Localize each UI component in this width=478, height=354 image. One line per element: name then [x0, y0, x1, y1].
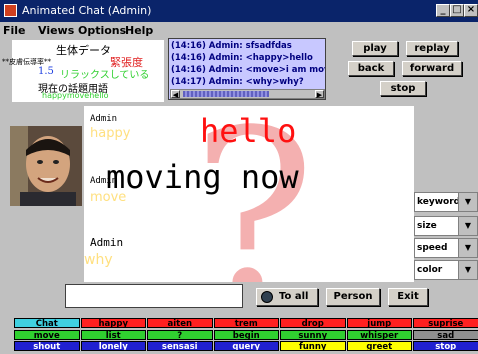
avatar: [10, 126, 82, 206]
scroll-thumb[interactable]: [183, 91, 269, 97]
emotion-button-sad[interactable]: sad: [413, 329, 478, 340]
emotion-button-sunny[interactable]: sunny: [280, 329, 346, 340]
options-panel: keyword ▼ size ▼ speed ▼ color ▼: [414, 106, 478, 282]
to-all-button[interactable]: To all: [256, 288, 318, 306]
emotion-button-trem[interactable]: trem: [213, 318, 279, 328]
emotion-button-jump[interactable]: jump: [346, 318, 412, 328]
replay-button[interactable]: replay: [406, 41, 458, 56]
emotion-button-begin[interactable]: begin: [213, 329, 279, 340]
app-icon: [4, 4, 17, 17]
exit-button[interactable]: Exit: [388, 288, 428, 306]
emotion-button-funny[interactable]: funny: [280, 341, 346, 351]
minimize-button[interactable]: _: [436, 4, 450, 17]
menu-options[interactable]: Options: [78, 24, 126, 37]
vital-data-panel: 生体データ **皮膚伝導率** 緊張度 1.5 リラックスしている 現在の話題用…: [2, 40, 164, 102]
title-bar: Animated Chat (Admin) _ □ ×: [0, 0, 478, 22]
message-text: hello: [200, 112, 297, 150]
size-select[interactable]: size ▼: [414, 216, 478, 236]
globe-icon: [261, 291, 273, 303]
chevron-down-icon[interactable]: ▼: [458, 217, 477, 235]
maximize-button[interactable]: □: [450, 4, 464, 17]
speed-select[interactable]: speed ▼: [414, 238, 478, 258]
chat-log-scrollbar[interactable]: ◀ ▶: [170, 89, 325, 99]
message-tag: why: [84, 252, 113, 268]
to-all-label: To all: [279, 291, 309, 302]
emotion-button-happy[interactable]: happy: [80, 318, 146, 328]
emotion-button-query[interactable]: query: [213, 341, 279, 351]
chat-log-line: (14:16) Admin: <move>i am moving: [171, 65, 325, 75]
vital-heading: 生体データ: [56, 44, 111, 57]
emotion-button-chat[interactable]: Chat: [14, 318, 80, 328]
forward-button[interactable]: forward: [402, 61, 462, 76]
window-title: Animated Chat (Admin): [22, 4, 152, 17]
color-label: color: [417, 265, 443, 275]
emotion-button-q[interactable]: ?: [147, 329, 213, 340]
keyword-select[interactable]: keyword ▼: [414, 192, 478, 212]
message-user: Admin: [90, 114, 118, 124]
play-button[interactable]: play: [352, 41, 398, 56]
emotion-button-greet[interactable]: greet: [346, 341, 412, 351]
chevron-down-icon[interactable]: ▼: [458, 239, 477, 257]
emotion-button-drop[interactable]: drop: [280, 318, 346, 328]
emotion-button-stop[interactable]: stop: [413, 341, 478, 351]
menu-file[interactable]: File: [3, 24, 26, 37]
emotion-button-suprise[interactable]: suprise: [413, 318, 478, 328]
chat-log-line: (14:16) Admin: <happy>hello: [171, 53, 313, 63]
chevron-down-icon[interactable]: ▼: [458, 193, 477, 211]
menu-views[interactable]: Views: [38, 24, 74, 37]
emotion-button-sensasi[interactable]: sensasi: [147, 341, 213, 351]
menu-bar: File Views Options Help: [0, 22, 478, 38]
person-button[interactable]: Person: [326, 288, 380, 306]
scroll-left-icon[interactable]: ◀: [171, 90, 180, 99]
menu-help[interactable]: Help: [125, 24, 153, 37]
emotion-button-lonely[interactable]: lonely: [80, 341, 146, 351]
emotion-button-shout[interactable]: shout: [14, 341, 80, 351]
metric-value: 1.5: [38, 66, 54, 77]
stop-button[interactable]: stop: [380, 81, 426, 96]
chat-stage: ? Admin happy hello Admin move moving no…: [84, 106, 414, 282]
size-label: size: [417, 221, 437, 231]
speed-label: speed: [417, 243, 448, 253]
message-input[interactable]: [65, 284, 243, 308]
close-button[interactable]: ×: [464, 4, 478, 17]
emotion-button-move[interactable]: move: [14, 329, 80, 340]
scroll-right-icon[interactable]: ▶: [315, 90, 324, 99]
keyword-label: keyword: [417, 197, 461, 207]
emotion-button-aiten[interactable]: aiten: [147, 318, 213, 328]
chat-log-line: (14:16) Admin: sfsadfdas: [171, 41, 292, 51]
emotion-grid: Chat happy aiten trem drop jump suprise move lis…: [14, 318, 478, 354]
emotion-button-list[interactable]: list: [80, 329, 146, 340]
message-text: moving now: [106, 158, 299, 196]
message-tag: happy: [90, 126, 131, 141]
back-button[interactable]: back: [348, 61, 394, 76]
topic-words: happymovehello: [42, 91, 109, 100]
color-select[interactable]: color ▼: [414, 260, 478, 280]
relax-label: リラックスしている: [60, 70, 150, 81]
chat-log-line: (14:17) Admin: <why>why?: [171, 77, 304, 87]
user-photo: [10, 126, 82, 206]
message-user: Admin: [90, 236, 124, 249]
chevron-down-icon[interactable]: ▼: [458, 261, 477, 279]
emotion-button-whisper[interactable]: whisper: [346, 329, 412, 340]
